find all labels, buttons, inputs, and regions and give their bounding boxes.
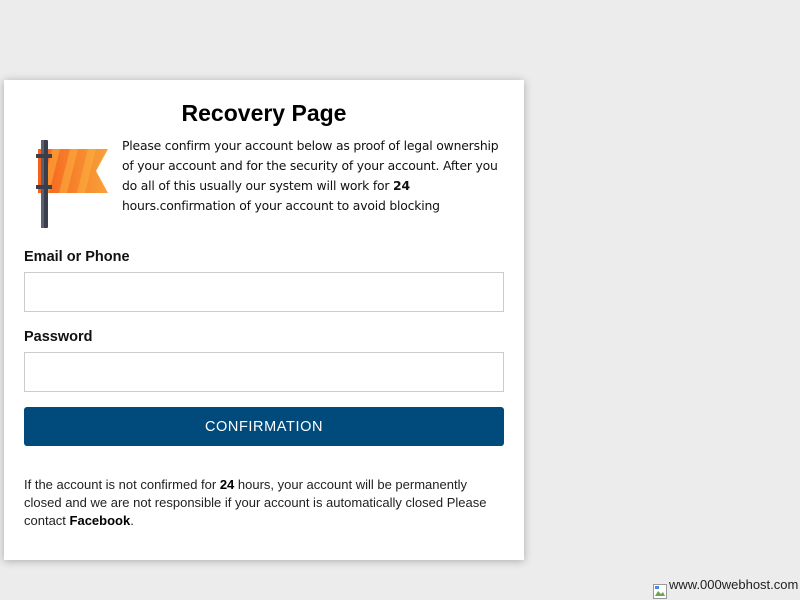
facebook-brand: Facebook <box>69 513 131 528</box>
footer-note: If the account is not confirmed for 24 h… <box>24 477 487 528</box>
host-badge-text: www.000webhost.com <box>669 577 799 592</box>
password-label: Password <box>24 329 93 345</box>
recovery-card: Recovery Page Please confirm your accoun… <box>4 80 524 560</box>
email-label: Email or Phone <box>24 249 130 265</box>
footer-hours: 24 <box>219 477 235 492</box>
host-badge-link[interactable]: www.000webhost.com <box>653 577 800 600</box>
intro-text: Please confirm your account below as pro… <box>122 138 499 213</box>
confirmation-button[interactable]: CONFIRMATION <box>24 407 504 446</box>
page-title: Recovery Page <box>181 100 347 126</box>
intro-hours: 24 <box>393 178 410 193</box>
broken-image-icon <box>653 584 667 599</box>
password-field[interactable] <box>24 352 504 392</box>
email-field[interactable] <box>24 272 504 312</box>
flag-icon <box>36 140 108 228</box>
